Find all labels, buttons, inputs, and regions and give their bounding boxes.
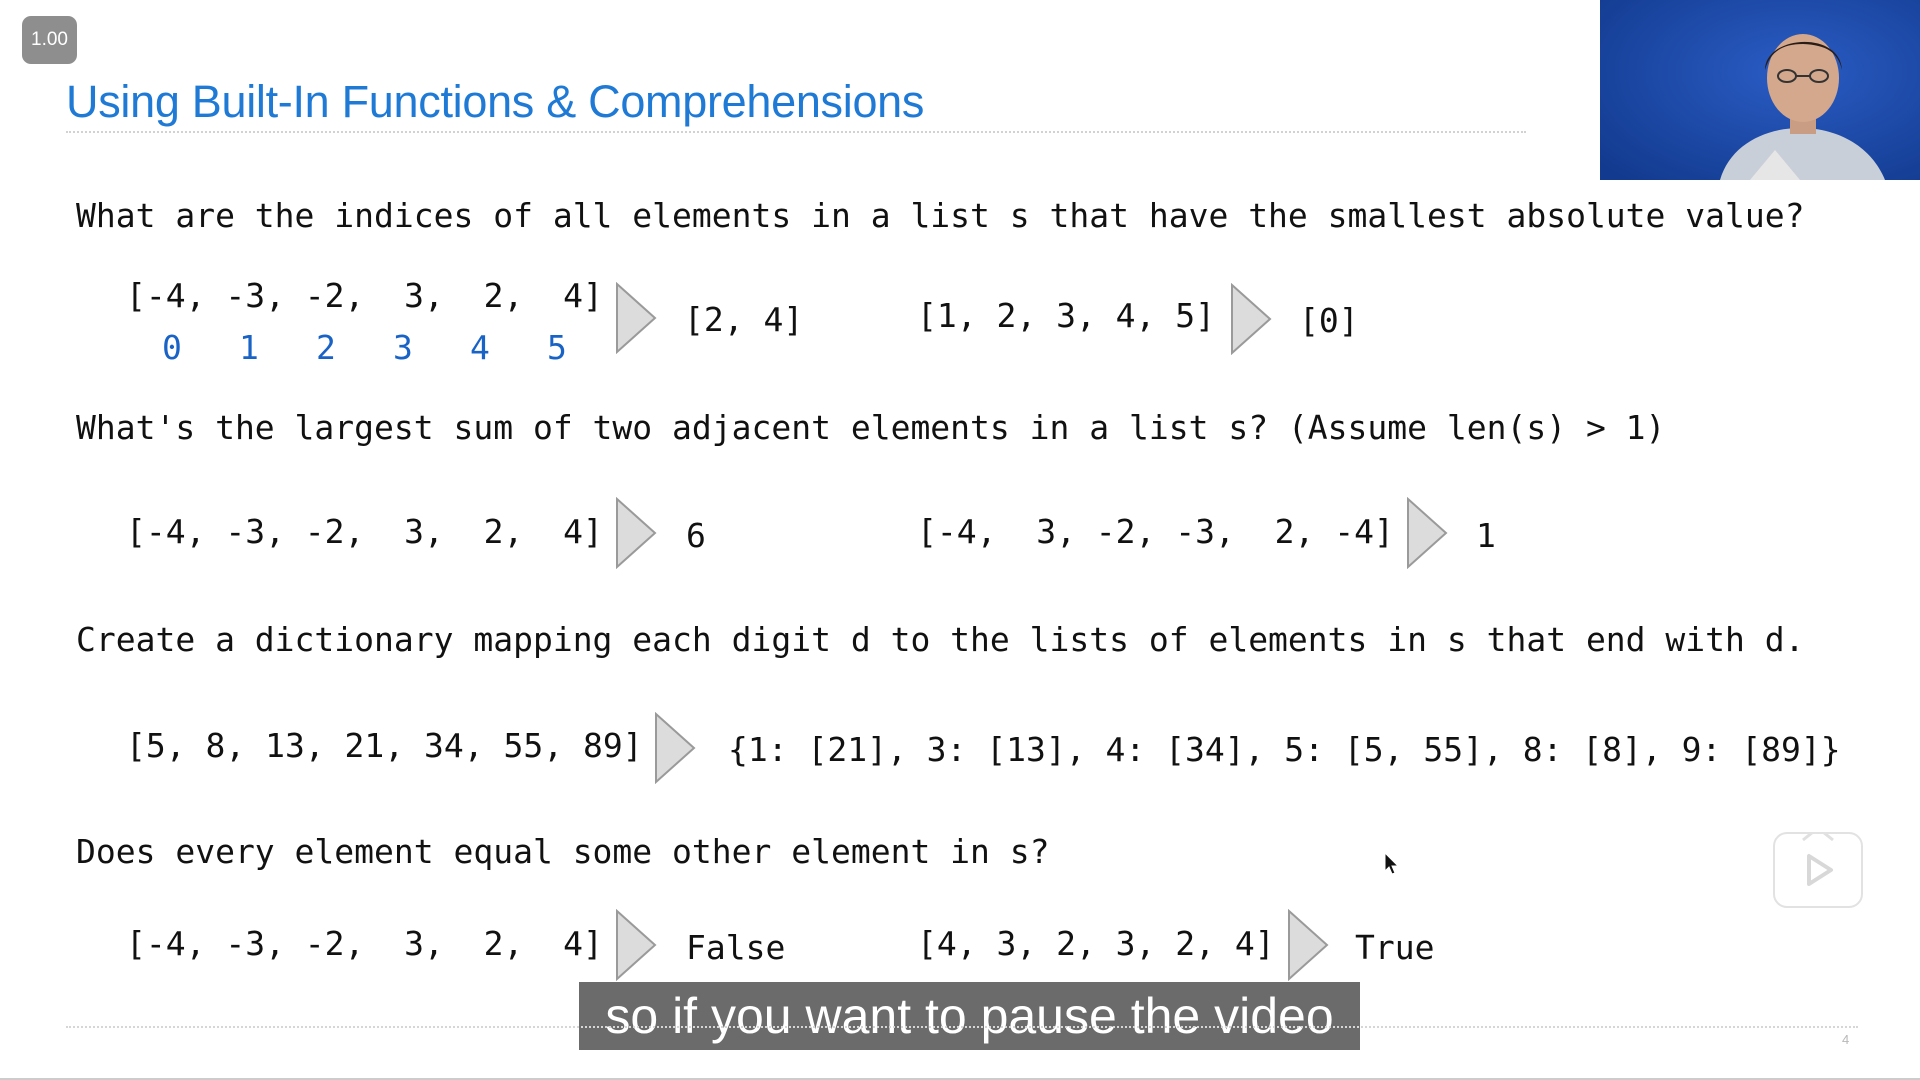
footer-divider — [66, 1026, 1858, 1028]
presenter-image — [1600, 0, 1920, 180]
q2-example-2-input: [-4, 3, -2, -3, 2, -4] — [917, 512, 1394, 551]
title-divider — [66, 131, 1526, 133]
q3-example-1-output: {1: [21], 3: [13], 4: [34], 5: [5, 55], … — [728, 730, 1841, 769]
play-triangle-icon — [615, 497, 657, 569]
mouse-pointer-icon — [1384, 851, 1400, 880]
q2-example-1-input: [-4, -3, -2, 3, 2, 4] — [126, 512, 603, 551]
question-4-text: Does every element equal some other elem… — [76, 832, 1050, 871]
q1-example-2-output: [0] — [1299, 301, 1359, 340]
q1-index-4: 4 — [470, 328, 490, 367]
play-triangle-icon — [615, 282, 657, 354]
question-2-text: What's the largest sum of two adjacent e… — [76, 408, 1666, 447]
q4-example-1-input: [-4, -3, -2, 3, 2, 4] — [126, 924, 603, 963]
subtitle-caption-text: so if you want to pause the video — [605, 988, 1334, 1044]
q2-example-1-output: 6 — [686, 516, 706, 555]
q3-example-1-input: [5, 8, 13, 21, 34, 55, 89] — [126, 726, 643, 765]
play-triangle-icon — [1230, 283, 1272, 355]
q4-example-2-input: [4, 3, 2, 3, 2, 4] — [917, 924, 1275, 963]
play-icon — [1802, 830, 1834, 886]
question-3-text: Create a dictionary mapping each digit d… — [76, 620, 1805, 659]
subtitle-caption: so if you want to pause the video — [579, 982, 1360, 1050]
question-1-text: What are the indices of all elements in … — [76, 196, 1805, 235]
q1-example-1-input: [-4, -3, -2, 3, 2, 4] — [126, 276, 603, 315]
q4-example-1-output: False — [686, 928, 786, 967]
playback-speed-badge[interactable]: 1.00 — [22, 16, 77, 64]
q1-index-1: 1 — [239, 328, 259, 367]
slide-page-number: 4 — [1842, 1032, 1850, 1047]
q1-index-0: 0 — [162, 328, 182, 367]
play-triangle-icon — [654, 712, 696, 784]
q4-example-2-output: True — [1355, 928, 1435, 967]
q1-example-2-input: [1, 2, 3, 4, 5] — [917, 296, 1216, 335]
play-triangle-icon — [615, 909, 657, 981]
q1-example-1-output: [2, 4] — [684, 300, 804, 339]
play-triangle-icon — [1287, 909, 1329, 981]
floating-play-button[interactable] — [1773, 830, 1863, 908]
play-triangle-icon — [1406, 497, 1448, 569]
presenter-webcam — [1600, 0, 1920, 180]
q2-example-2-output: 1 — [1476, 516, 1496, 555]
q1-index-3: 3 — [393, 328, 413, 367]
slide-title: Using Built-In Functions & Comprehension… — [66, 76, 925, 127]
q1-index-5: 5 — [547, 328, 567, 367]
q1-index-2: 2 — [316, 328, 336, 367]
